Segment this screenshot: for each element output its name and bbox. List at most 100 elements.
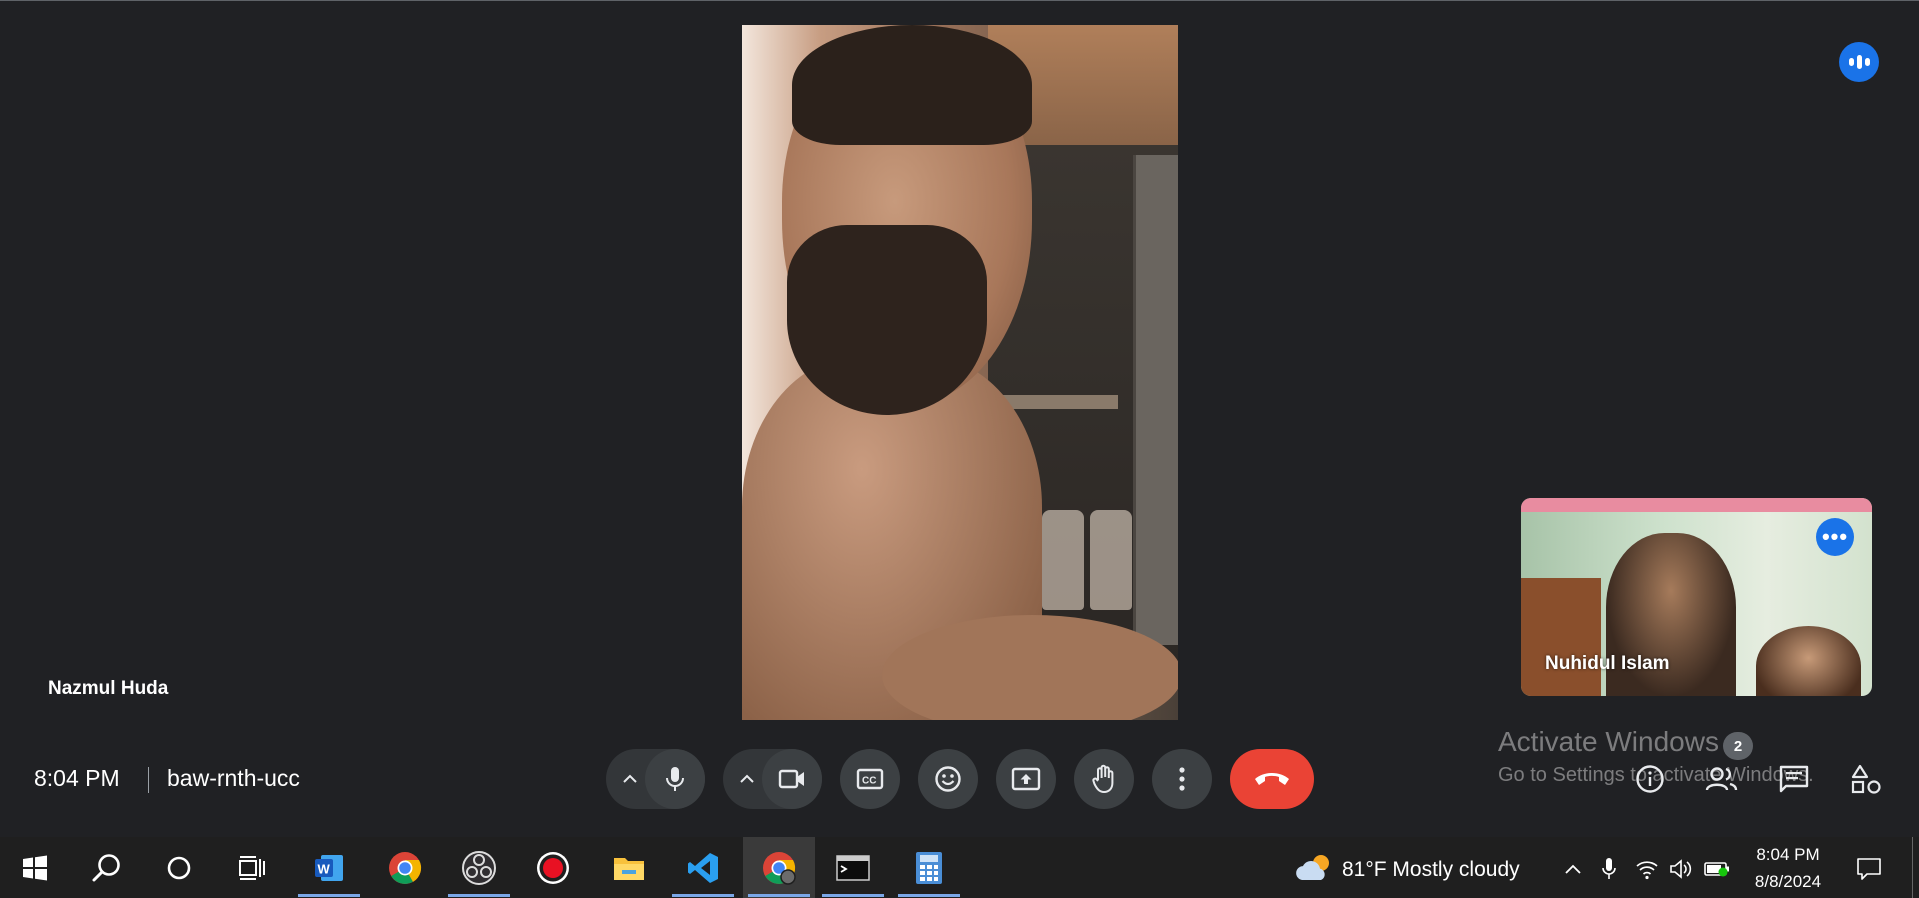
chrome-profile-app[interactable] bbox=[748, 840, 810, 896]
battery-charging-icon bbox=[1704, 862, 1729, 877]
self-participant-name: Nuhidul Islam bbox=[1545, 653, 1670, 674]
top-border bbox=[0, 0, 1919, 1]
camera-button[interactable] bbox=[762, 749, 822, 809]
self-video-background bbox=[1521, 498, 1872, 512]
cortana-icon bbox=[167, 856, 191, 880]
task-view-icon bbox=[239, 856, 265, 880]
present-screen-icon bbox=[1011, 767, 1041, 791]
captions-button[interactable]: CC bbox=[840, 749, 900, 809]
video-person-beard bbox=[787, 225, 987, 415]
notifications-button[interactable] bbox=[1856, 856, 1882, 882]
activate-windows-title: Activate Windows bbox=[1498, 726, 1719, 757]
word-icon: W bbox=[315, 855, 343, 881]
show-hidden-icons-button[interactable] bbox=[1560, 856, 1586, 882]
start-icon bbox=[23, 855, 47, 881]
meeting-details-button[interactable] bbox=[1633, 762, 1667, 796]
self-video-wardrobe bbox=[1521, 578, 1601, 696]
show-desktop-button[interactable] bbox=[1912, 837, 1913, 898]
volume-tray-button[interactable] bbox=[1668, 856, 1694, 882]
record-icon bbox=[537, 852, 569, 884]
people-icon bbox=[1705, 767, 1738, 791]
chat-button[interactable] bbox=[1777, 762, 1811, 796]
chrome-profile-icon bbox=[763, 852, 796, 885]
camera-control-group bbox=[723, 749, 822, 809]
microphone-control-group bbox=[606, 749, 705, 809]
self-tile-more-button[interactable]: ••• bbox=[1816, 518, 1854, 556]
start-button[interactable] bbox=[4, 840, 66, 896]
vscode-running-indicator bbox=[672, 894, 734, 897]
weather-text[interactable]: 81°F Mostly cloudy bbox=[1342, 858, 1520, 882]
meeting-info-divider bbox=[148, 767, 149, 793]
chat-icon bbox=[1779, 765, 1809, 793]
screen-recorder-app[interactable] bbox=[522, 840, 584, 896]
microphone-tray-icon bbox=[1602, 858, 1616, 879]
people-button[interactable] bbox=[1705, 762, 1739, 796]
chrome-icon bbox=[389, 852, 422, 884]
weather-widget-icon-button[interactable] bbox=[1284, 840, 1346, 896]
word-running-indicator bbox=[298, 894, 360, 897]
notification-icon bbox=[1857, 858, 1881, 880]
more-options-button[interactable] bbox=[1152, 749, 1212, 809]
calculator-icon bbox=[916, 852, 942, 884]
volume-icon bbox=[1670, 859, 1692, 879]
audio-bar bbox=[1856, 55, 1862, 69]
video-person-hair bbox=[792, 25, 1032, 145]
video-bottle bbox=[1042, 510, 1084, 610]
svg-text:W: W bbox=[318, 862, 331, 877]
microphone-button[interactable] bbox=[645, 749, 705, 809]
file-explorer-icon bbox=[614, 858, 644, 880]
vscode-app[interactable] bbox=[672, 840, 734, 896]
terminal-icon bbox=[836, 855, 870, 881]
info-icon bbox=[1636, 765, 1664, 793]
audio-options-chevron-icon[interactable] bbox=[620, 767, 640, 791]
meeting-code: baw-rnth-ucc bbox=[167, 765, 300, 791]
calculator-app[interactable] bbox=[898, 840, 960, 896]
chevron-up-icon bbox=[1565, 864, 1581, 874]
cortana-button[interactable] bbox=[148, 840, 210, 896]
emoji-icon bbox=[935, 766, 961, 792]
video-bottle bbox=[1090, 510, 1132, 610]
audio-bar bbox=[1848, 58, 1854, 66]
battery-tray-button[interactable] bbox=[1704, 856, 1730, 882]
hang-up-icon bbox=[1255, 773, 1289, 785]
vscode-icon bbox=[688, 853, 718, 883]
video-options-chevron-icon[interactable] bbox=[737, 767, 757, 791]
leave-call-button[interactable] bbox=[1230, 749, 1314, 809]
clock-date[interactable]: 8/8/2024 bbox=[1740, 872, 1836, 892]
raise-hand-button[interactable] bbox=[1074, 749, 1134, 809]
activities-icon bbox=[1851, 764, 1881, 794]
terminal-app[interactable] bbox=[822, 840, 884, 896]
obs-icon bbox=[462, 851, 496, 885]
microphone-tray-button[interactable] bbox=[1596, 856, 1622, 882]
chrome-app[interactable] bbox=[374, 840, 436, 896]
chrome-running-indicator bbox=[748, 894, 810, 897]
svg-text:CC: CC bbox=[862, 776, 876, 787]
partly-cloudy-icon bbox=[1296, 855, 1329, 880]
obs-app[interactable] bbox=[448, 840, 510, 896]
meeting-time: 8:04 PM bbox=[34, 765, 120, 791]
video-camera-icon bbox=[778, 769, 804, 789]
search-button[interactable] bbox=[76, 840, 138, 896]
audio-bar bbox=[1864, 58, 1870, 66]
terminal-running-indicator bbox=[822, 894, 884, 897]
self-video-person bbox=[1756, 626, 1861, 696]
calculator-running-indicator bbox=[898, 894, 960, 897]
main-participant-name: Nazmul Huda bbox=[48, 678, 169, 699]
video-background-door bbox=[1133, 155, 1178, 645]
reactions-button[interactable] bbox=[918, 749, 978, 809]
more-vert-icon bbox=[1179, 767, 1185, 791]
task-view-button[interactable] bbox=[220, 840, 282, 896]
mic-icon bbox=[666, 767, 684, 791]
clock-time[interactable]: 8:04 PM bbox=[1748, 845, 1828, 865]
word-app[interactable]: W bbox=[298, 840, 360, 896]
activities-button[interactable] bbox=[1849, 762, 1883, 796]
audio-activity-button[interactable] bbox=[1839, 42, 1879, 82]
closed-caption-icon: CC bbox=[856, 768, 884, 790]
present-button[interactable] bbox=[996, 749, 1056, 809]
main-participant-video[interactable] bbox=[742, 25, 1178, 720]
search-icon bbox=[92, 854, 120, 882]
hand-icon bbox=[1092, 764, 1114, 793]
self-view-tile[interactable]: ••• Nuhidul Islam bbox=[1521, 498, 1872, 696]
file-explorer-app[interactable] bbox=[598, 840, 660, 896]
network-tray-button[interactable] bbox=[1634, 856, 1660, 882]
